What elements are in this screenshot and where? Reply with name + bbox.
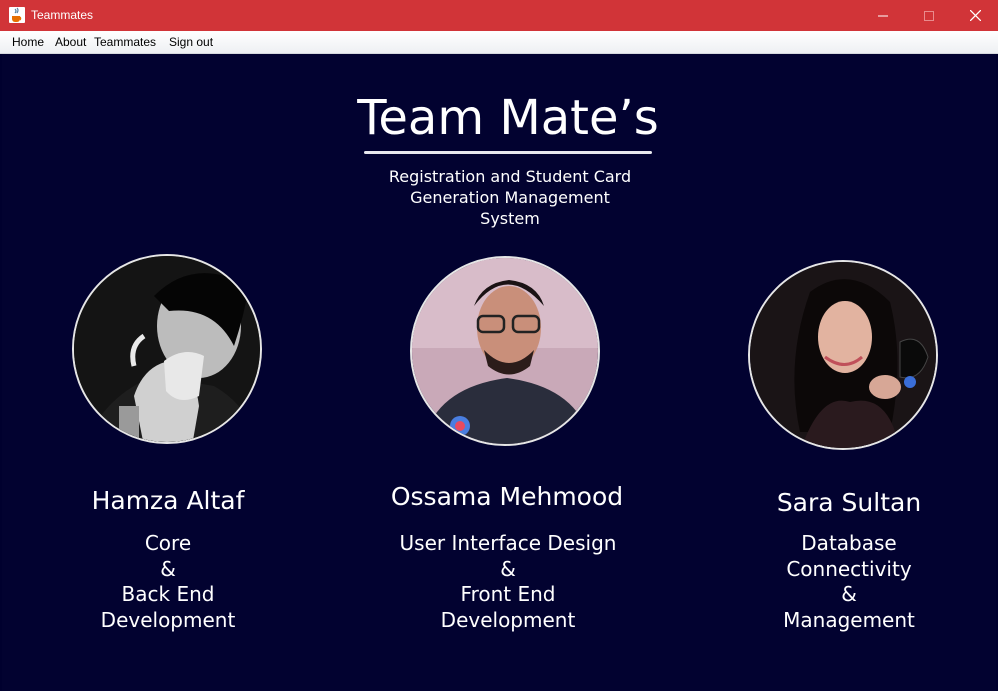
- subtitle-line: Generation Management: [410, 188, 610, 207]
- role-line: &: [160, 556, 176, 581]
- page-subtitle: Registration and Student Card Generation…: [360, 166, 660, 229]
- role-line: Connectivity: [786, 556, 912, 581]
- avatar-sara: [748, 260, 938, 450]
- avatar-ossama: [410, 256, 600, 446]
- window-title: Teammates: [31, 8, 94, 22]
- member-role: User Interface Design & Front End Develo…: [358, 531, 658, 634]
- member-role: Core & Back End Development: [18, 531, 318, 634]
- portrait-image: [74, 256, 260, 442]
- title-underline: [364, 151, 652, 154]
- avatar-hamza: [72, 254, 262, 444]
- role-line: User Interface Design: [399, 531, 617, 555]
- role-line: Core: [144, 531, 192, 555]
- java-coffee-icon: [9, 7, 25, 23]
- role-line: Back End: [121, 582, 215, 607]
- member-name: Hamza Altaf: [91, 486, 245, 515]
- member-name: Ossama Mehmood: [390, 482, 624, 511]
- role-line: &: [841, 582, 857, 607]
- menu-bar: Home About Teammates Sign out: [0, 31, 998, 54]
- member-name: Sara Sultan: [776, 488, 922, 517]
- member-role: Database Connectivity & Management: [699, 531, 998, 634]
- minimize-button[interactable]: [860, 0, 906, 31]
- minimize-icon: [878, 15, 888, 16]
- menu-teammates[interactable]: Teammates: [94, 35, 156, 49]
- role-line: Development: [440, 608, 576, 633]
- subtitle-line: Registration and Student Card: [388, 167, 632, 186]
- portrait-image: [750, 262, 936, 448]
- menu-sign-out[interactable]: Sign out: [169, 35, 213, 49]
- role-line: &: [500, 556, 516, 581]
- portrait-image: [412, 258, 598, 444]
- menu-home[interactable]: Home: [12, 35, 44, 49]
- content-panel: Team Mate’s Registration and Student Car…: [2, 54, 996, 691]
- subtitle-line: System: [480, 209, 540, 228]
- role-line: Database: [801, 531, 897, 555]
- role-line: Management: [783, 608, 915, 633]
- page-title: Team Mate’s: [357, 90, 659, 146]
- close-button[interactable]: [952, 0, 998, 31]
- title-bar[interactable]: Teammates: [0, 0, 998, 31]
- role-line: Front End: [460, 582, 556, 607]
- maximize-button[interactable]: [906, 0, 952, 31]
- role-line: Development: [100, 608, 236, 633]
- maximize-icon: [924, 10, 934, 21]
- close-icon: [969, 10, 981, 21]
- menu-about[interactable]: About: [55, 35, 86, 49]
